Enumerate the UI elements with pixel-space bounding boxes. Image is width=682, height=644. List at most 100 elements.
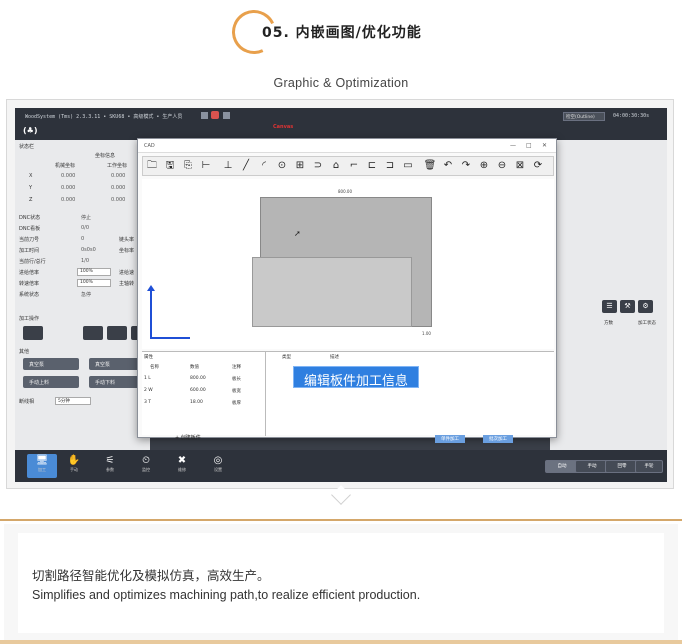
batch-process-button[interactable]: 批次加工 bbox=[483, 435, 513, 443]
start-button[interactable] bbox=[83, 326, 103, 340]
mode-home-button[interactable]: 回零 bbox=[605, 460, 639, 473]
user-icon[interactable] bbox=[201, 112, 208, 119]
col-name-header: 名称 bbox=[150, 365, 159, 370]
side-label-4: 主轴转 bbox=[119, 281, 135, 287]
axis-y-work: 0.000 bbox=[111, 185, 126, 191]
nav-params-label: 参数 bbox=[106, 467, 114, 472]
arc-icon[interactable]: ◜ bbox=[257, 159, 271, 173]
gear-icon[interactable]: ⚙ bbox=[638, 300, 653, 313]
nav-settings[interactable]: ◎ 设置 bbox=[203, 454, 233, 478]
table-row-2-value[interactable]: 600.00 bbox=[190, 388, 206, 393]
line-icon[interactable]: ╱ bbox=[239, 159, 253, 173]
cad-toolbar: 🗀 🖫 ⎘ ⊢ ⊥ ╱ ◜ ⊙ ⊞ ⊃ ⌂ ⌐ ⊏ ⊐ ▭ 🗑 ↶ ↷ ⊕ ⊖ ⊠ ⟳ bbox=[142, 156, 554, 176]
table-row-3-note: 板厚 bbox=[232, 401, 241, 406]
delete-icon[interactable]: 🗑 bbox=[423, 159, 437, 173]
property-table-title: 属性 bbox=[144, 355, 153, 360]
y-axis bbox=[150, 289, 152, 339]
screenshot-frame: WoodSystem (Tms) 2.3.3.11 • SKU68 • 高级模式… bbox=[6, 99, 674, 489]
add-board-button[interactable]: + 创建板件 bbox=[175, 434, 201, 441]
corner-icon[interactable]: ⌐ bbox=[347, 159, 361, 173]
mode-manual-button[interactable]: 手动 bbox=[575, 460, 609, 473]
single-process-button[interactable]: 单件加工 bbox=[435, 435, 465, 443]
nav-manual-label: 手动 bbox=[70, 467, 78, 472]
alarm-icon[interactable] bbox=[211, 111, 219, 119]
maximize-icon[interactable]: □ bbox=[526, 142, 532, 149]
system-status-label: 系统状态 bbox=[19, 292, 40, 298]
rect-icon[interactable]: ⊞ bbox=[293, 159, 307, 173]
zoom-out-icon[interactable]: ⊖ bbox=[495, 159, 509, 173]
dimension-icon[interactable]: ⊢ bbox=[199, 159, 213, 173]
close-icon[interactable]: ✕ bbox=[542, 142, 547, 149]
col-value-header: 数值 bbox=[190, 365, 199, 370]
app-warning: Canvas bbox=[273, 124, 294, 130]
point-icon[interactable]: ⊥ bbox=[221, 159, 235, 173]
trim-icon[interactable]: ⊏ bbox=[365, 159, 379, 173]
table-row-2-note: 板宽 bbox=[232, 389, 241, 394]
manual-load-button[interactable]: 手动上料 bbox=[23, 376, 79, 388]
offset-icon[interactable]: ⌂ bbox=[329, 159, 343, 173]
cad-canvas[interactable]: 800.00 1.00 ➚ bbox=[142, 179, 554, 349]
vacuum-on-button[interactable]: 真空泵 bbox=[23, 358, 79, 370]
nav-process[interactable]: 🖥 加工 bbox=[27, 454, 57, 478]
axis-y-mach: 0.000 bbox=[61, 185, 76, 191]
col-status-header: 加工状态 bbox=[638, 321, 656, 326]
work-coord-label: 工作坐标 bbox=[107, 163, 128, 169]
app-screenshot: WoodSystem (Tms) 2.3.3.11 • SKU68 • 高级模式… bbox=[15, 108, 667, 482]
property-table: 属性 名称 数值 注释 1 L 800.00 板长 2 W 600.00 板宽 … bbox=[142, 352, 266, 436]
mode-auto-button[interactable]: 自动 bbox=[545, 460, 579, 473]
align-icon[interactable]: ▭ bbox=[401, 159, 415, 173]
mode-select[interactable]: 检空(Outline) bbox=[563, 112, 605, 121]
pause-button[interactable] bbox=[107, 326, 127, 340]
export-icon[interactable]: ⎘ bbox=[181, 159, 195, 173]
lock-icon[interactable] bbox=[223, 112, 230, 119]
open-file-button[interactable] bbox=[23, 326, 43, 340]
table-row-2-name[interactable]: 2 W bbox=[144, 388, 153, 393]
nav-maintain[interactable]: ✖ 维修 bbox=[167, 454, 197, 478]
col-note-header: 注释 bbox=[232, 365, 241, 370]
spindle-rate-select[interactable]: 100% bbox=[77, 279, 111, 287]
x-axis bbox=[150, 337, 190, 339]
table-row-1-name[interactable]: 1 L bbox=[144, 376, 151, 381]
spacing-select[interactable]: 5分钟 bbox=[55, 397, 91, 405]
nav-maintain-label: 维修 bbox=[178, 467, 186, 472]
axis-x-work: 0.000 bbox=[111, 173, 126, 179]
feed-rate-select[interactable]: 100% bbox=[77, 268, 111, 276]
col-type-header: 类型 bbox=[282, 355, 291, 360]
mode-handwheel-button[interactable]: 手轮 bbox=[635, 460, 663, 473]
tool-no-value: 0 bbox=[81, 236, 85, 242]
cad-title: CAD bbox=[144, 143, 155, 149]
open-icon[interactable]: 🗀 bbox=[145, 159, 159, 173]
zoom-in-icon[interactable]: ⊕ bbox=[477, 159, 491, 173]
nav-manual[interactable]: ✋ 手动 bbox=[59, 454, 89, 478]
fit-icon[interactable]: ⊠ bbox=[513, 159, 527, 173]
board-properties-overlay bbox=[252, 257, 412, 327]
table-row-1-value[interactable]: 800.00 bbox=[190, 376, 206, 381]
footer-english-text: Simplifies and optimizes machining path,… bbox=[32, 588, 421, 602]
refresh-icon[interactable]: ⟳ bbox=[531, 159, 545, 173]
circle-icon[interactable]: ⊙ bbox=[275, 159, 289, 173]
minimize-icon[interactable]: — bbox=[510, 142, 516, 149]
process-time-label: 加工时间 bbox=[19, 248, 40, 254]
list-icon[interactable]: ☰ bbox=[602, 300, 617, 313]
cad-title-bar: CAD — □ ✕ bbox=[138, 139, 556, 153]
monitor-icon: 🖥 bbox=[35, 455, 49, 466]
tools-icon: ✖ bbox=[177, 455, 187, 466]
nav-params[interactable]: ⚟ 参数 bbox=[95, 454, 125, 478]
undo-icon[interactable]: ↶ bbox=[441, 159, 455, 173]
hand-icon: ✋ bbox=[67, 455, 81, 466]
nav-monitor[interactable]: ⏲ 监控 bbox=[131, 454, 161, 478]
footer-chinese-text: 切割路径智能优化及模拟仿真，高效生产。 bbox=[32, 568, 270, 583]
slot-icon[interactable]: ⊃ bbox=[311, 159, 325, 173]
gauge-icon: ⏲ bbox=[142, 455, 150, 466]
extend-icon[interactable]: ⊐ bbox=[383, 159, 397, 173]
table-row-3-name[interactable]: 3 T bbox=[144, 400, 151, 405]
system-status-value: 急停 bbox=[81, 292, 92, 298]
save-icon[interactable]: 🖫 bbox=[163, 159, 177, 173]
footer-bottom-line bbox=[0, 640, 682, 644]
table-row-3-value[interactable]: 18.00 bbox=[190, 400, 203, 405]
redo-icon[interactable]: ↷ bbox=[459, 159, 473, 173]
job-panel: ☰ ⚒ ⚙ 方数 加工状态 bbox=[550, 140, 667, 450]
wrench-icon[interactable]: ⚒ bbox=[620, 300, 635, 313]
dnc-board-label: DNC看板 bbox=[19, 226, 41, 232]
cad-tables: 属性 名称 数值 注释 1 L 800.00 板长 2 W 600.00 板宽 … bbox=[142, 351, 554, 436]
